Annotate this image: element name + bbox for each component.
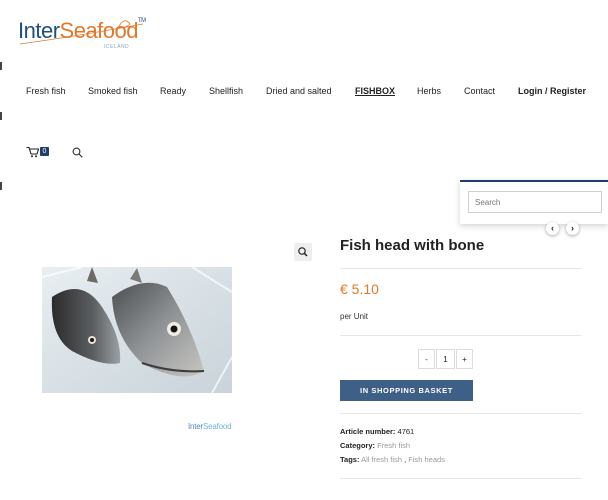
prev-product-button[interactable]: ‹ bbox=[546, 222, 559, 235]
chevron-left-icon: ‹ bbox=[551, 223, 554, 233]
tags-row: Tags: All fresh fish , Fish heads bbox=[340, 455, 445, 464]
category-row: Category: Fresh fish bbox=[340, 441, 410, 450]
search-dropdown bbox=[460, 180, 608, 224]
nav-fishbox[interactable]: FISHBOX bbox=[355, 86, 395, 96]
logo-inter: Inter bbox=[18, 18, 60, 43]
divider bbox=[340, 478, 581, 479]
tags-label: Tags: bbox=[340, 455, 360, 464]
product-image[interactable] bbox=[41, 266, 233, 394]
divider bbox=[340, 335, 581, 336]
nav-fresh-fish[interactable]: Fresh fish bbox=[26, 86, 66, 96]
price-unit: per Unit bbox=[340, 312, 369, 321]
chevron-right-icon: › bbox=[571, 223, 574, 233]
watermark-inter: Inter bbox=[188, 422, 204, 431]
fish-heads-illustration bbox=[41, 266, 233, 394]
header-search-button[interactable] bbox=[72, 145, 83, 163]
logo-tm: TM bbox=[138, 18, 146, 24]
logo-text: InterSeafoodTM bbox=[18, 18, 146, 44]
product-title: Fish head with bone bbox=[340, 237, 485, 254]
nav-smoked-fish[interactable]: Smoked fish bbox=[88, 86, 138, 96]
tag-link-all-fresh-fish[interactable]: All fresh fish bbox=[361, 455, 402, 464]
category-link[interactable]: Fresh fish bbox=[377, 441, 410, 450]
nav-herbs[interactable]: Herbs bbox=[417, 86, 441, 96]
quantity-increase-button[interactable]: + bbox=[456, 349, 473, 369]
edge-mark bbox=[0, 182, 2, 190]
cart-icon bbox=[26, 146, 40, 158]
article-number-label: Article number: bbox=[340, 427, 396, 436]
watermark-logo: InterSeafood bbox=[188, 422, 232, 431]
nav-ready[interactable]: Ready bbox=[160, 86, 186, 96]
watermark-seafood: Seafood bbox=[203, 422, 232, 431]
tag-link-fish-heads[interactable]: Fish heads bbox=[408, 455, 445, 464]
tag-separator: , bbox=[404, 455, 407, 464]
edge-mark bbox=[0, 62, 2, 70]
site-logo[interactable]: InterSeafoodTM ICELAND bbox=[18, 14, 148, 52]
nav-login-register[interactable]: Login / Register bbox=[518, 86, 586, 96]
image-zoom-button[interactable] bbox=[294, 243, 312, 261]
article-number-row: Article number: 4761 bbox=[340, 427, 414, 436]
divider bbox=[340, 268, 581, 269]
cart-button[interactable]: 0 bbox=[26, 145, 50, 159]
search-input[interactable] bbox=[468, 191, 602, 213]
cart-count-badge: 0 bbox=[40, 147, 49, 156]
article-number-value: 4761 bbox=[397, 427, 415, 436]
product-price: € 5.10 bbox=[340, 281, 379, 297]
logo-seafood: Seafood bbox=[59, 18, 139, 43]
search-icon bbox=[72, 147, 83, 158]
magnifier-icon bbox=[298, 247, 308, 257]
nav-contact[interactable]: Contact bbox=[464, 86, 495, 96]
quantity-decrease-button[interactable]: - bbox=[418, 349, 435, 369]
nav-shellfish[interactable]: Shellfish bbox=[209, 86, 243, 96]
category-label: Category: bbox=[340, 441, 376, 450]
add-to-basket-button[interactable]: IN SHOPPING BASKET bbox=[340, 380, 473, 401]
divider bbox=[340, 413, 581, 414]
edge-mark bbox=[0, 112, 2, 120]
nav-dried-salted[interactable]: Dried and salted bbox=[266, 86, 332, 96]
next-product-button[interactable]: › bbox=[566, 222, 579, 235]
quantity-input[interactable]: 1 bbox=[436, 349, 455, 369]
logo-subtitle: ICELAND bbox=[104, 44, 130, 50]
